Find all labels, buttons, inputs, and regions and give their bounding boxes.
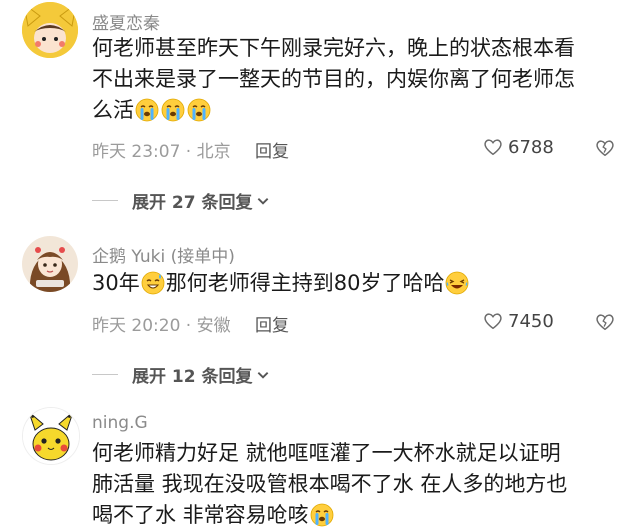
username[interactable]: ning.G xyxy=(92,413,148,433)
avatar[interactable] xyxy=(22,236,78,292)
comment-line: 喝不了水 非常容易呛咳 xyxy=(92,503,309,527)
comment-text: 何老师甚至昨天下午刚录完好六，晚上的状态根本看 不出来是录了一整天的节目的，内娱… xyxy=(92,33,622,126)
comment-line: 何老师精力好足 就他哐哐灌了一大杯水就足以证明 xyxy=(92,441,561,465)
heart-icon xyxy=(482,136,504,158)
crying-emoji xyxy=(187,98,211,122)
chevron-down-icon xyxy=(256,368,270,382)
like-count: 6788 xyxy=(508,136,554,158)
reply-button[interactable]: 回复 xyxy=(255,137,289,162)
crying-emoji xyxy=(135,98,159,122)
like-count: 7450 xyxy=(508,310,554,332)
heart-icon xyxy=(482,310,504,332)
comment-text: 30年 那何老师得主持到80岁了哈哈 xyxy=(92,268,622,299)
expand-replies[interactable]: 展开 12 条回复 xyxy=(92,362,270,387)
like-button[interactable]: 7450 xyxy=(482,310,554,332)
expand-replies-label: 展开 27 条回复 xyxy=(132,193,253,213)
comment-line: 么活 xyxy=(92,98,134,122)
comment-text-part: 30年 xyxy=(92,271,140,295)
divider xyxy=(92,200,118,201)
comment-line: 何老师甚至昨天下午刚录完好六，晚上的状态根本看 xyxy=(92,36,575,60)
avatar-pikachu-hood-image xyxy=(22,2,78,58)
sweat-smile-emoji xyxy=(141,271,165,295)
crying-emoji xyxy=(161,98,185,122)
avatar-anime-girl-image xyxy=(22,236,78,292)
laugh-tears-emoji xyxy=(445,271,469,295)
username[interactable]: 盛夏恋秦 xyxy=(92,9,160,34)
avatar-pikachu-image xyxy=(23,408,79,464)
like-button[interactable]: 6788 xyxy=(482,136,554,158)
dislike-icon[interactable] xyxy=(594,311,616,333)
chevron-down-icon xyxy=(256,194,270,208)
crying-emoji xyxy=(310,503,334,527)
comment-line: 肺活量 我现在没吸管根本喝不了水 在人多的地方也 xyxy=(92,472,568,496)
comment-text-part: 那何老师得主持到80岁了哈哈 xyxy=(165,271,445,295)
comment-text: 何老师精力好足 就他哐哐灌了一大杯水就足以证明 肺活量 我现在没吸管根本喝不了水… xyxy=(92,438,622,531)
dislike-icon[interactable] xyxy=(594,137,616,159)
avatar[interactable] xyxy=(22,407,80,465)
avatar[interactable] xyxy=(22,2,78,58)
expand-replies-label: 展开 12 条回复 xyxy=(132,367,253,387)
username[interactable]: 企鹅 Yuki (接单中) xyxy=(92,242,235,267)
reply-button[interactable]: 回复 xyxy=(255,311,289,336)
comment-time-location: 昨天 23:07 · 北京 xyxy=(92,142,231,162)
comment-time-location: 昨天 20:20 · 安徽 xyxy=(92,316,231,336)
divider xyxy=(92,374,118,375)
expand-replies[interactable]: 展开 27 条回复 xyxy=(92,188,270,213)
comment-line: 不出来是录了一整天的节目的，内娱你离了何老师怎 xyxy=(92,67,575,91)
